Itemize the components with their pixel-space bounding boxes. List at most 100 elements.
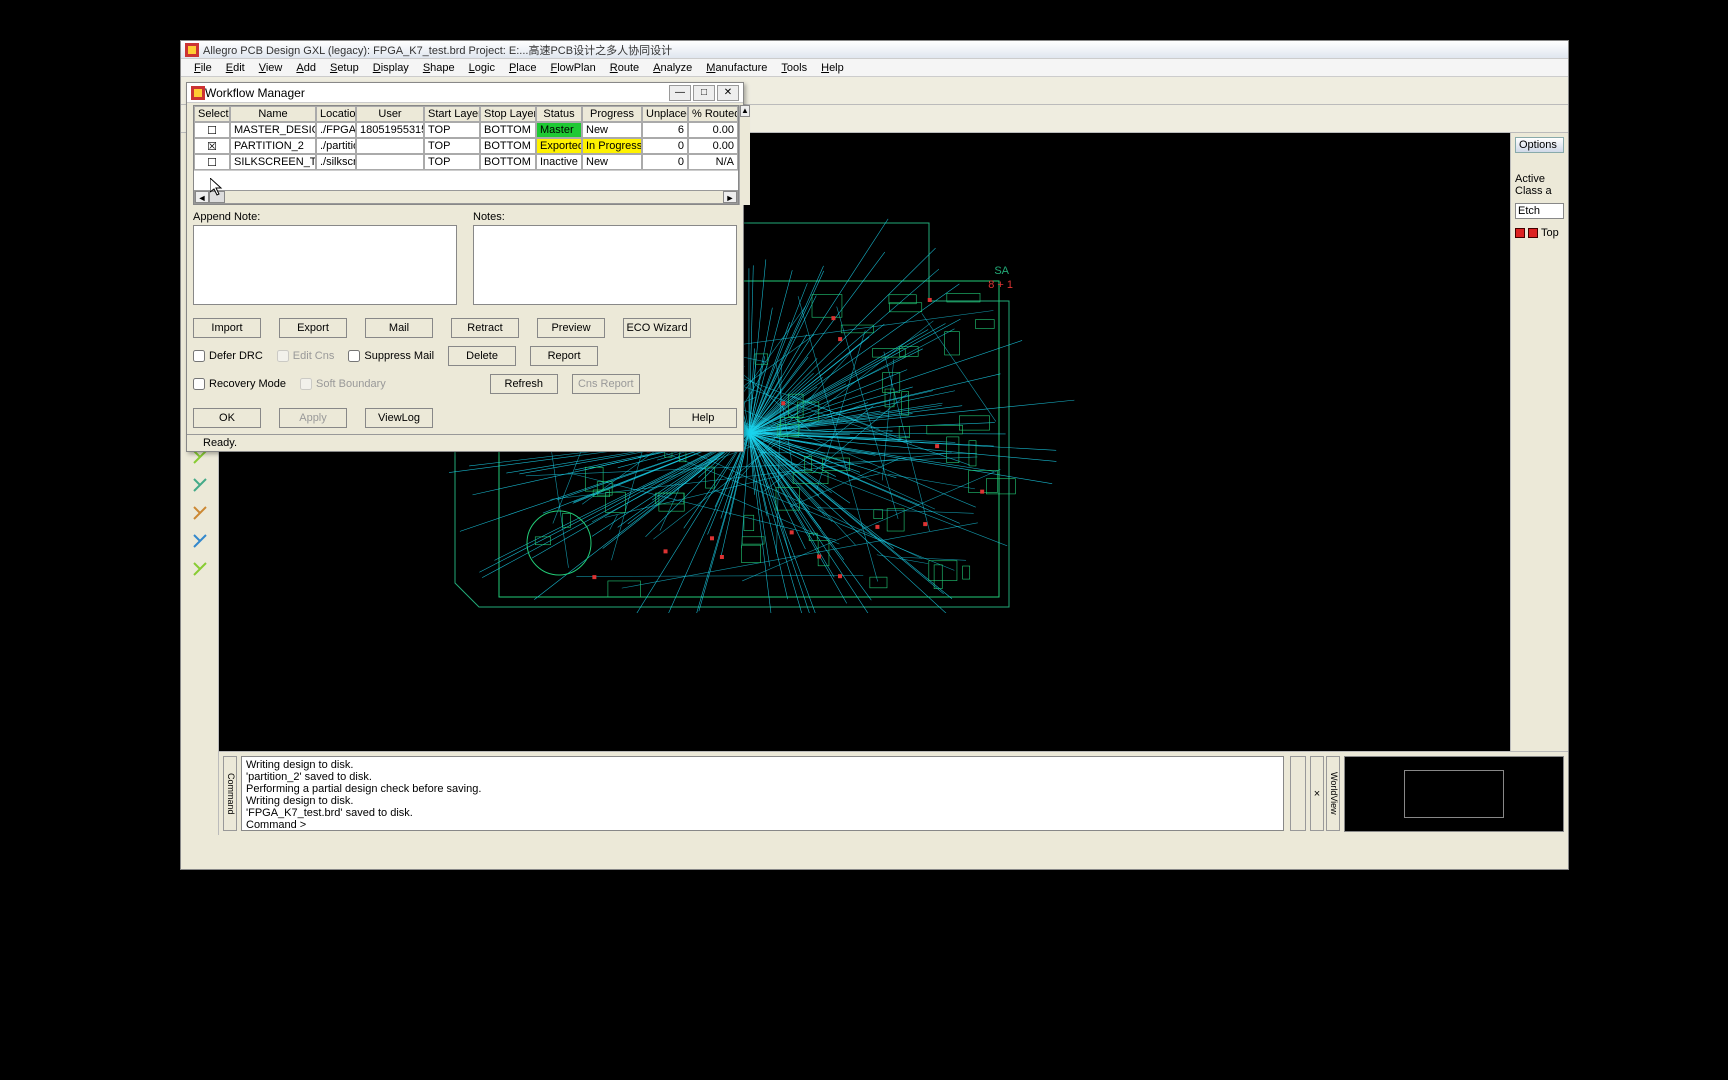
menu-logic[interactable]: Logic <box>462 61 502 75</box>
menu-shape[interactable]: Shape <box>416 61 462 75</box>
world-view[interactable] <box>1344 756 1564 832</box>
retract-button[interactable]: Retract <box>451 318 519 338</box>
menu-tools[interactable]: Tools <box>774 61 814 75</box>
table-row[interactable]: ☐SILKSCREEN_TOP_./silkscre TOPBOTTOMInact… <box>194 154 738 170</box>
col-header-routed[interactable]: % Routed <box>688 106 738 122</box>
cell[interactable]: ☐ <box>194 154 230 170</box>
cell[interactable]: BOTTOM <box>480 138 536 154</box>
cell[interactable]: In Progress <box>582 138 642 154</box>
menu-view[interactable]: View <box>252 61 290 75</box>
table-h-scrollbar[interactable]: ◄ ► <box>194 190 738 204</box>
viewlog-button[interactable]: ViewLog <box>365 408 433 428</box>
scroll-up-button[interactable]: ▲ <box>740 105 750 117</box>
col-header-name[interactable]: Name <box>230 106 316 122</box>
scroll-right-button[interactable]: ► <box>723 191 737 203</box>
menu-place[interactable]: Place <box>502 61 544 75</box>
cell[interactable]: MASTER_DESIGN <box>230 122 316 138</box>
dialog-titlebar[interactable]: Workflow Manager — □ ✕ <box>187 83 743 103</box>
cell[interactable]: BOTTOM <box>480 122 536 138</box>
left-tool-13[interactable] <box>188 501 212 525</box>
cell[interactable]: TOP <box>424 138 480 154</box>
menu-help[interactable]: Help <box>814 61 851 75</box>
menu-route[interactable]: Route <box>603 61 646 75</box>
col-header-select[interactable]: Select <box>194 106 230 122</box>
defer-drc-checkbox[interactable]: Defer DRC <box>193 350 263 362</box>
col-header-user[interactable]: User <box>356 106 424 122</box>
close-button[interactable]: ✕ <box>717 85 739 101</box>
export-button[interactable]: Export <box>279 318 347 338</box>
suppress-mail-checkbox[interactable]: Suppress Mail <box>348 350 434 362</box>
cell[interactable]: ./FPGA_ <box>316 122 356 138</box>
col-header-status[interactable]: Status <box>536 106 582 122</box>
left-tool-14[interactable] <box>188 529 212 553</box>
table-row[interactable]: ☒PARTITION_2./partition TOPBOTTOMExported… <box>194 138 738 154</box>
col-header-stoplayer[interactable]: Stop Layer <box>480 106 536 122</box>
eco-wizard-button[interactable]: ECO Wizard <box>623 318 691 338</box>
command-log[interactable]: Writing design to disk.'partition_2' sav… <box>241 756 1284 831</box>
cell[interactable]: New <box>582 122 642 138</box>
cell[interactable]: ☒ <box>194 138 230 154</box>
refresh-button[interactable]: Refresh <box>490 374 558 394</box>
col-header-unplaced[interactable]: Unplaced <box>642 106 688 122</box>
workflow-table[interactable]: SelectNameLocationUserStart LayerStop La… <box>193 105 739 205</box>
layer-color-swatch[interactable] <box>1528 228 1538 238</box>
ok-button[interactable]: OK <box>193 408 261 428</box>
left-tool-15[interactable] <box>188 557 212 581</box>
table-row[interactable]: ☐MASTER_DESIGN./FPGA_18051955315TOPBOTTO… <box>194 122 738 138</box>
table-empty-area[interactable] <box>194 170 738 190</box>
menu-bar[interactable]: FileEditViewAddSetupDisplayShapeLogicPla… <box>181 59 1568 77</box>
import-button[interactable]: Import <box>193 318 261 338</box>
worldview-tab[interactable]: WorldView <box>1326 756 1340 831</box>
menu-setup[interactable]: Setup <box>323 61 366 75</box>
command-tab[interactable]: Command <box>223 756 237 831</box>
cell[interactable]: 18051955315 <box>356 122 424 138</box>
menu-flowplan[interactable]: FlowPlan <box>543 61 602 75</box>
preview-button[interactable]: Preview <box>537 318 605 338</box>
cell[interactable]: 0 <box>642 138 688 154</box>
menu-edit[interactable]: Edit <box>219 61 252 75</box>
cell[interactable]: 0.00 <box>688 122 738 138</box>
notes-textarea[interactable] <box>473 225 737 305</box>
options-header[interactable]: Options <box>1515 137 1564 153</box>
cell[interactable]: N/A <box>688 154 738 170</box>
cell[interactable] <box>356 138 424 154</box>
cell[interactable]: BOTTOM <box>480 154 536 170</box>
menu-analyze[interactable]: Analyze <box>646 61 699 75</box>
report-button[interactable]: Report <box>530 346 598 366</box>
cell[interactable]: Inactive <box>536 154 582 170</box>
help-button[interactable]: Help <box>669 408 737 428</box>
cell[interactable]: Exported <box>536 138 582 154</box>
visibility-toggle[interactable] <box>1515 228 1525 238</box>
cell[interactable]: ./partition <box>316 138 356 154</box>
col-header-progress[interactable]: Progress <box>582 106 642 122</box>
cell[interactable]: TOP <box>424 122 480 138</box>
cell[interactable]: New <box>582 154 642 170</box>
cell[interactable]: SILKSCREEN_TOP_ <box>230 154 316 170</box>
close-log-button[interactable]: × <box>1310 756 1324 831</box>
cell[interactable]: ☐ <box>194 122 230 138</box>
cell[interactable]: 0 <box>642 154 688 170</box>
left-tool-12[interactable] <box>188 473 212 497</box>
cell[interactable] <box>356 154 424 170</box>
menu-add[interactable]: Add <box>289 61 323 75</box>
menu-file[interactable]: File <box>187 61 219 75</box>
table-v-scrollbar[interactable]: ▲ <box>739 105 750 205</box>
mail-button[interactable]: Mail <box>365 318 433 338</box>
log-scrollbar[interactable] <box>1290 756 1306 831</box>
scroll-left-button[interactable]: ◄ <box>195 191 209 203</box>
etch-input[interactable] <box>1515 203 1564 219</box>
maximize-button[interactable]: □ <box>693 85 715 101</box>
menu-display[interactable]: Display <box>366 61 416 75</box>
col-header-location[interactable]: Location <box>316 106 356 122</box>
scroll-thumb[interactable] <box>209 191 225 203</box>
cell[interactable]: PARTITION_2 <box>230 138 316 154</box>
minimize-button[interactable]: — <box>669 85 691 101</box>
menu-manufacture[interactable]: Manufacture <box>699 61 774 75</box>
col-header-startlayer[interactable]: Start Layer <box>424 106 480 122</box>
recovery-mode-checkbox[interactable]: Recovery Mode <box>193 378 286 390</box>
cell[interactable]: Master <box>536 122 582 138</box>
cell[interactable]: 0.00 <box>688 138 738 154</box>
cell[interactable]: 6 <box>642 122 688 138</box>
cell[interactable]: TOP <box>424 154 480 170</box>
cell[interactable]: ./silkscre <box>316 154 356 170</box>
